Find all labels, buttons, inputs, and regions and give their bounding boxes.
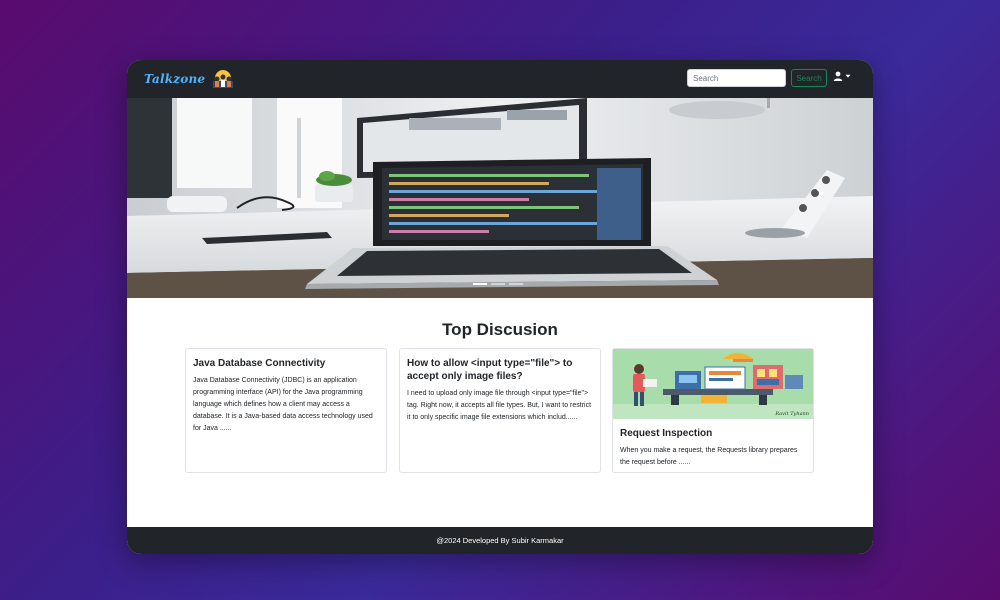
- card-text: When you make a request, the Requests li…: [620, 447, 798, 466]
- carousel-indicator-3[interactable]: [509, 283, 523, 285]
- card-title[interactable]: Java Database Connectivity: [193, 357, 379, 370]
- card-image-caption: Ravit Tyhann: [774, 411, 809, 417]
- brand-link[interactable]: Talkzone: [144, 69, 237, 89]
- navbar: Talkzone Search: [127, 60, 873, 98]
- card-title[interactable]: How to allow <input type="file"> to acce…: [407, 357, 593, 383]
- hero-image: [127, 98, 873, 298]
- card-text: I need to upload only image file through…: [407, 390, 592, 421]
- discussion-card[interactable]: How to allow <input type="file"> to acce…: [399, 348, 601, 473]
- search-button[interactable]: Search: [791, 69, 827, 87]
- brand-name: Talkzone: [144, 72, 206, 86]
- section-title: Top Discusion: [442, 320, 558, 339]
- carousel-indicator-2[interactable]: [491, 283, 505, 285]
- browser-frame: Talkzone Search Search Top Discusion Jav…: [127, 60, 873, 554]
- discussion-card[interactable]: Ravit Tyhann Request Inspection When you…: [612, 348, 814, 473]
- footer-text: @2024 Developed By Subir Karmakar: [436, 536, 564, 545]
- card-image: Ravit Tyhann: [613, 349, 813, 419]
- carousel-indicator-1[interactable]: [473, 283, 487, 285]
- user-dropdown[interactable]: [833, 71, 851, 81]
- search-input[interactable]: [687, 69, 786, 87]
- hero-carousel: [127, 98, 873, 298]
- footer: @2024 Developed By Subir Karmakar: [127, 527, 873, 554]
- card-text: Java Database Connectivity (JDBC) is an …: [193, 377, 373, 432]
- brand-logo-icon: [213, 70, 234, 88]
- caret-down-icon: [845, 74, 851, 78]
- card-title[interactable]: Request Inspection: [620, 427, 806, 440]
- user-icon: [833, 71, 843, 81]
- carousel-next-icon[interactable]: [809, 184, 829, 204]
- carousel-indicators: [473, 283, 523, 285]
- discussion-card[interactable]: Java Database Connectivity Java Database…: [185, 348, 387, 473]
